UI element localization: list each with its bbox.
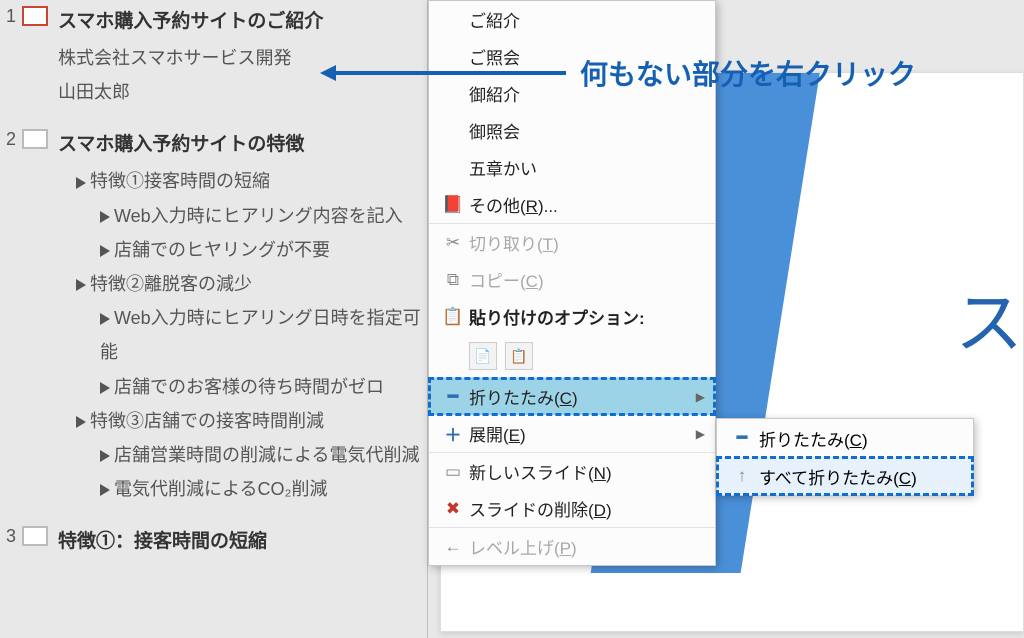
outline-slide-3[interactable]: 3 特徴①：接客時間の短縮	[0, 524, 427, 561]
outline-line[interactable]: 電気代削減によるCO₂削減	[58, 472, 427, 506]
ime-candidate[interactable]: 五章かい	[429, 149, 715, 186]
book-icon: 📕	[437, 195, 469, 215]
paste-options-row: 📄 📋	[429, 335, 715, 377]
menu-promote: ← レベル上げ(P)	[429, 528, 715, 565]
bullet-icon	[100, 450, 110, 462]
outline-line[interactable]: 株式会社スマホサービス開発	[58, 41, 427, 75]
paste-option-icon[interactable]: 📄	[469, 342, 497, 370]
collapse-all-icon: ↑	[725, 466, 759, 486]
menu-expand[interactable]: ＋ 展開(E) ▶	[429, 415, 715, 452]
slide-title[interactable]: スマホ購入予約サイトのご紹介	[58, 6, 323, 33]
menu-delete-slide[interactable]: ✖ スライドの削除(D)	[429, 490, 715, 527]
menu-paste-options: 📋 貼り付けのオプション:	[429, 298, 715, 335]
menu-collapse[interactable]: ━ 折りたたみ(C) ▶	[429, 378, 715, 415]
ime-candidate[interactable]: 御紹介	[429, 75, 715, 112]
ime-candidate[interactable]: 御照会	[429, 112, 715, 149]
promote-icon: ←	[437, 537, 469, 557]
chevron-right-icon: ▶	[690, 390, 705, 404]
scissors-icon: ✂	[437, 233, 469, 253]
slide-number: 1	[0, 6, 16, 27]
slide-title-fragment: ス	[955, 268, 1023, 367]
collapse-submenu: ━ 折りたたみ(C) ↑ すべて折りたたみ(C)	[716, 418, 974, 496]
menu-copy: ⧉ コピー(C)	[429, 261, 715, 298]
clipboard-icon: 📋	[437, 307, 469, 327]
slide-number: 3	[0, 526, 16, 547]
copy-icon: ⧉	[437, 270, 469, 290]
slide-title[interactable]: スマホ購入予約サイトの特徴	[58, 129, 304, 156]
bullet-icon	[76, 416, 86, 428]
slide-thumb-icon	[22, 6, 48, 26]
new-slide-icon: ▭	[437, 462, 469, 482]
bullet-icon	[100, 245, 110, 257]
outline-pane: 1 スマホ購入予約サイトのご紹介 株式会社スマホサービス開発 山田太郎 2 スマ…	[0, 0, 428, 638]
outline-line[interactable]: Web入力時にヒアリング日時を指定可能	[58, 301, 427, 369]
menu-cut: ✂ 切り取り(T)	[429, 224, 715, 261]
ime-candidate[interactable]: ご紹介	[429, 1, 715, 38]
outline-line[interactable]: Web入力時にヒアリング内容を記入	[58, 199, 427, 233]
outline-line[interactable]: 店舗でのお客様の待ち時間がゼロ	[58, 370, 427, 404]
outline-line[interactable]: 山田太郎	[58, 75, 427, 109]
ime-other[interactable]: 📕 その他(R)...	[429, 186, 715, 223]
bullet-icon	[76, 177, 86, 189]
slide-thumb-icon	[22, 129, 48, 149]
slide-number: 2	[0, 129, 16, 150]
outline-line[interactable]: 店舗営業時間の削減による電気代削減	[58, 438, 427, 472]
bullet-icon	[100, 382, 110, 394]
plus-icon: ＋	[437, 421, 469, 446]
bullet-icon	[100, 211, 110, 223]
outline-slide-1[interactable]: 1 スマホ購入予約サイトのご紹介 株式会社スマホサービス開発 山田太郎	[0, 4, 427, 109]
minus-icon: ━	[725, 428, 759, 448]
outline-line[interactable]: 店舗でのヒヤリングが不要	[58, 233, 427, 267]
minus-icon: ━	[437, 387, 469, 407]
outline-line[interactable]: 特徴③店舗での接客時間削減	[58, 404, 427, 438]
bullet-icon	[76, 279, 86, 291]
paste-option-icon[interactable]: 📋	[505, 342, 533, 370]
ime-candidate[interactable]: ご照会	[429, 38, 715, 75]
menu-new-slide[interactable]: ▭ 新しいスライド(N)	[429, 453, 715, 490]
bullet-icon	[100, 313, 110, 325]
submenu-collapse[interactable]: ━ 折りたたみ(C)	[717, 419, 973, 457]
slide-title[interactable]: 特徴①：接客時間の短縮	[58, 526, 267, 553]
outline-line[interactable]: 特徴②離脱客の減少	[58, 267, 427, 301]
chevron-right-icon: ▶	[690, 427, 705, 441]
delete-slide-icon: ✖	[437, 499, 469, 519]
outline-slide-2[interactable]: 2 スマホ購入予約サイトの特徴 特徴①接客時間の短縮 Web入力時にヒアリング内…	[0, 127, 427, 506]
context-menu: ご紹介 ご照会 御紹介 御照会 五章かい 📕 その他(R)... ✂ 切り取り(…	[428, 0, 716, 566]
slide-thumb-icon	[22, 526, 48, 546]
outline-line[interactable]: 特徴①接客時間の短縮	[58, 164, 427, 198]
bullet-icon	[100, 484, 110, 496]
submenu-collapse-all[interactable]: ↑ すべて折りたたみ(C)	[717, 457, 973, 495]
